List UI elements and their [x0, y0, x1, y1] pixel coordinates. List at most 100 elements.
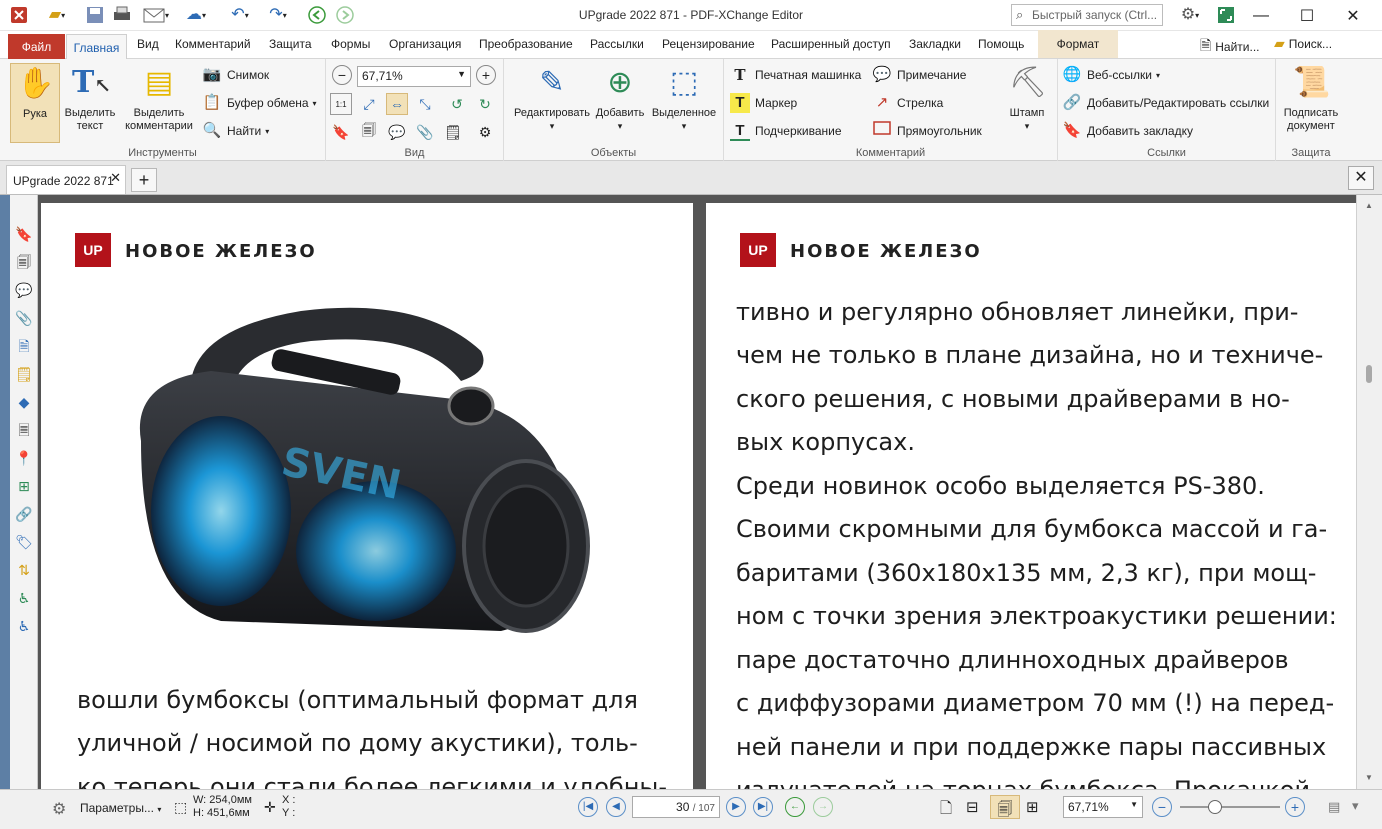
tab-home[interactable]: Главная	[66, 34, 127, 60]
back-view-icon[interactable]: ←	[785, 797, 805, 817]
zoom-slider-track[interactable]	[1180, 806, 1280, 808]
tab-advanced[interactable]: Расширенный доступ	[771, 37, 891, 51]
scroll-up-icon[interactable]: ▲	[1365, 201, 1373, 210]
fields-icon[interactable]: 🗒	[13, 363, 35, 385]
document-properties-icon[interactable]: 🗎	[13, 335, 35, 357]
scrollbar-thumb[interactable]	[1366, 365, 1372, 383]
tab-file[interactable]: Файл	[8, 34, 65, 59]
next-page-icon[interactable]: ▶	[726, 797, 746, 817]
undo-icon[interactable]: ↶ ▾	[222, 4, 258, 26]
hand-tool-button[interactable]: ✋ Рука	[10, 63, 60, 143]
clipboard-button[interactable]: 📋 Буфер обмена ▾	[202, 92, 317, 114]
comments-icon[interactable]: 💬	[13, 279, 35, 301]
structure-icon[interactable]: ⊞	[13, 475, 35, 497]
status-zoom-out-icon[interactable]: −	[1152, 797, 1172, 817]
rotate-right-icon[interactable]: ↻	[474, 93, 496, 115]
bookmarks-icon[interactable]: 🔖	[13, 223, 35, 245]
email-icon[interactable]: ▾	[138, 4, 174, 26]
parameters-button[interactable]: Параметры... ▾	[80, 801, 161, 815]
typewriter-button[interactable]: T Печатная машинка	[730, 64, 861, 86]
vertical-scrollbar[interactable]: ▲ ▼	[1356, 195, 1382, 789]
last-page-icon[interactable]: ▶|	[753, 797, 773, 817]
maximize-button[interactable]: ☐	[1284, 0, 1330, 31]
continuous-page-icon[interactable]: ⊟	[966, 798, 979, 816]
fullscreen-icon[interactable]	[1214, 4, 1238, 26]
document-viewport[interactable]: UP НОВОЕ ЖЕЛЕЗО SVEN вошли бумбоксы (опт…	[38, 195, 1356, 789]
note-button[interactable]: 💬 Примечание	[872, 64, 967, 86]
find-button[interactable]: 🗎 Найти...	[1200, 35, 1260, 59]
tags-icon[interactable]: 🏷	[13, 531, 35, 553]
reading-order-icon[interactable]: ♿	[13, 615, 35, 637]
content-icon[interactable]: 🗏	[13, 419, 35, 441]
find-tool-button[interactable]: 🔍 Найти ▾	[202, 120, 270, 142]
add-edit-links-button[interactable]: 🔗 Добавить/Редактировать ссылки	[1062, 92, 1270, 114]
panel-toggle-icon[interactable]: ▤	[1328, 799, 1340, 815]
zoom-slider-handle[interactable]	[1208, 800, 1222, 814]
accessibility-check-icon[interactable]: ♿	[13, 587, 35, 609]
facing-pages-icon[interactable]: 🗐	[990, 795, 1020, 819]
facing-continuous-icon[interactable]: ⊞	[1026, 798, 1039, 816]
comments-panel-icon[interactable]: 💬	[386, 121, 408, 143]
fit-visible-icon[interactable]: ⤡	[414, 93, 436, 115]
actual-size-icon[interactable]: 1:1	[330, 93, 352, 115]
compare-icon[interactable]: ⇅	[13, 559, 35, 581]
destinations-icon[interactable]: 📍	[13, 447, 35, 469]
scroll-down-icon[interactable]: ▼	[1365, 773, 1373, 782]
tab-comment[interactable]: Комментарий	[175, 37, 251, 51]
properties-panel-icon[interactable]: ⚙	[474, 121, 496, 143]
bookmark-panel-icon[interactable]: 🔖	[330, 121, 352, 143]
redo-icon[interactable]: ↷ ▾	[260, 4, 296, 26]
status-zoom-in-icon[interactable]: +	[1285, 797, 1305, 817]
selected-objects-button[interactable]: ⬚ Выделенное ▾	[648, 63, 720, 133]
tab-organize[interactable]: Организация	[389, 37, 461, 51]
zoom-select[interactable]: 67,71% ▼	[357, 66, 471, 87]
save-icon[interactable]	[84, 4, 106, 26]
tab-view[interactable]: Вид	[137, 37, 159, 51]
fit-page-icon[interactable]: ⤢	[358, 93, 380, 115]
minimize-button[interactable]: —	[1238, 0, 1284, 31]
marker-button[interactable]: T Маркер	[730, 92, 797, 114]
rectangle-button[interactable]: Прямоугольник	[872, 120, 982, 142]
fit-width-icon[interactable]: ⇔	[386, 93, 408, 115]
previous-page-icon[interactable]: ◀	[606, 797, 626, 817]
first-page-icon[interactable]: |◀	[578, 797, 598, 817]
tab-convert[interactable]: Преобразование	[479, 37, 573, 51]
close-document-button[interactable]: ✕	[1348, 166, 1374, 190]
attachments-panel-icon[interactable]: 📎	[414, 121, 436, 143]
stamp-button[interactable]: ⛏ Штамп ▾	[1002, 63, 1052, 133]
search-button[interactable]: ▰ Поиск...	[1274, 35, 1332, 52]
rotate-left-icon[interactable]: ↺	[446, 93, 468, 115]
zoom-in-icon[interactable]: +	[476, 65, 496, 85]
open-folder-icon[interactable]: ▰ ▾	[40, 4, 74, 26]
page-number-input[interactable]: 30 / 107	[632, 796, 720, 818]
attachments-icon[interactable]: 📎	[13, 307, 35, 329]
new-tab-button[interactable]: +	[131, 168, 157, 192]
tab-protect[interactable]: Защита	[269, 37, 312, 51]
tab-format[interactable]: Формат	[1038, 30, 1118, 58]
status-zoom-select[interactable]: 67,71% ▼	[1063, 796, 1143, 818]
edit-objects-button[interactable]: ✎ Редактировать ▾	[508, 63, 596, 133]
back-icon[interactable]	[306, 4, 328, 26]
layers-icon[interactable]: ◆	[13, 391, 35, 413]
sign-document-button[interactable]: 📜 Подписать документ	[1278, 63, 1344, 133]
layers-panel-icon[interactable]: 🗒	[442, 121, 464, 143]
tab-help[interactable]: Помощь	[978, 37, 1024, 51]
cloud-upload-icon[interactable]: ☁ ▾	[178, 4, 214, 26]
close-tab-icon[interactable]: ✕	[110, 170, 121, 186]
arrow-button[interactable]: ↗ Стрелка	[872, 92, 944, 114]
tab-forms[interactable]: Формы	[331, 37, 370, 51]
links-icon[interactable]: 🔗	[13, 503, 35, 525]
close-window-button[interactable]: ✕	[1330, 0, 1376, 31]
select-comments-button[interactable]: ▤ Выделить комментарии	[120, 63, 198, 133]
zoom-out-icon[interactable]: −	[332, 65, 352, 85]
web-links-button[interactable]: 🌐 Веб-ссылки ▾	[1062, 64, 1160, 86]
single-page-icon[interactable]: 🗋	[940, 798, 952, 823]
document-tab[interactable]: UPgrade 2022 871 ✕	[6, 165, 126, 194]
forward-view-icon[interactable]: →	[813, 797, 833, 817]
settings-gear-icon[interactable]: ⚙ ▾	[1170, 4, 1210, 26]
tab-mailings[interactable]: Рассылки	[590, 37, 644, 51]
quick-launch-search[interactable]: ⌕ Быстрый запуск (Ctrl...	[1011, 4, 1163, 26]
snapshot-button[interactable]: 📷 Снимок	[202, 64, 270, 86]
options-chevron-icon[interactable]: ▾	[1352, 798, 1359, 814]
add-bookmark-button[interactable]: 🔖 Добавить закладку	[1062, 120, 1193, 142]
